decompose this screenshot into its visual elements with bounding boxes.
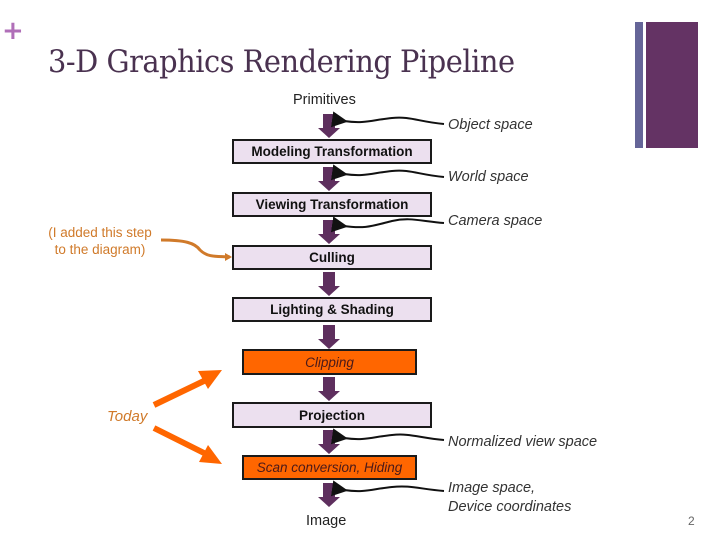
space-pointer-line xyxy=(330,428,445,445)
annotation-curve-arrow xyxy=(160,238,231,259)
down-arrow-icon xyxy=(318,483,340,507)
pipeline-input-label: Primitives xyxy=(293,92,356,108)
stage-lighting-shading: Lighting & Shading xyxy=(232,297,432,322)
stage-projection: Projection xyxy=(232,402,432,428)
stage-scan-conversion-hiding: Scan conversion, Hiding xyxy=(242,455,417,480)
added-step-note-line1: (I added this step xyxy=(48,225,152,240)
space-label-normalized-view: Normalized view space xyxy=(448,434,598,450)
space-label-object: Object space xyxy=(448,117,533,133)
space-label-image: Image space, xyxy=(448,480,536,496)
down-arrow-icon xyxy=(318,430,340,454)
down-arrow-icon xyxy=(318,220,340,244)
stage-culling: Culling xyxy=(232,245,432,270)
page-number: 2 xyxy=(688,514,695,528)
added-step-note: (I added this step to the diagram) xyxy=(44,224,156,258)
pipeline-output-label: Image xyxy=(306,513,347,529)
stage-clipping: Clipping xyxy=(242,349,417,375)
stage-viewing-transformation: Viewing Transformation xyxy=(232,192,432,217)
decorative-bar-wide xyxy=(646,22,698,148)
down-arrow-icon xyxy=(318,377,340,401)
today-arrow-down xyxy=(152,425,210,458)
space-pointer-line xyxy=(330,164,445,181)
decorative-bar-narrow xyxy=(635,22,643,148)
slide-title: 3-D Graphics Rendering Pipeline xyxy=(48,44,515,80)
bullet-plus-icon: + xyxy=(2,16,24,46)
added-step-note-line2: to the diagram) xyxy=(54,242,146,257)
space-pointer-line xyxy=(330,111,445,128)
down-arrow-icon xyxy=(318,114,340,138)
today-label: Today xyxy=(107,408,148,425)
space-pointer-line xyxy=(330,480,445,497)
space-label-device-coordinates: Device coordinates xyxy=(448,499,572,515)
today-arrow-up xyxy=(152,376,210,408)
space-pointer-line xyxy=(330,216,445,233)
stage-modeling-transformation: Modeling Transformation xyxy=(232,139,432,164)
space-label-world: World space xyxy=(448,169,529,185)
down-arrow-icon xyxy=(318,325,340,349)
down-arrow-icon xyxy=(318,167,340,191)
down-arrow-icon xyxy=(318,272,340,296)
space-label-camera: Camera space xyxy=(448,213,543,229)
